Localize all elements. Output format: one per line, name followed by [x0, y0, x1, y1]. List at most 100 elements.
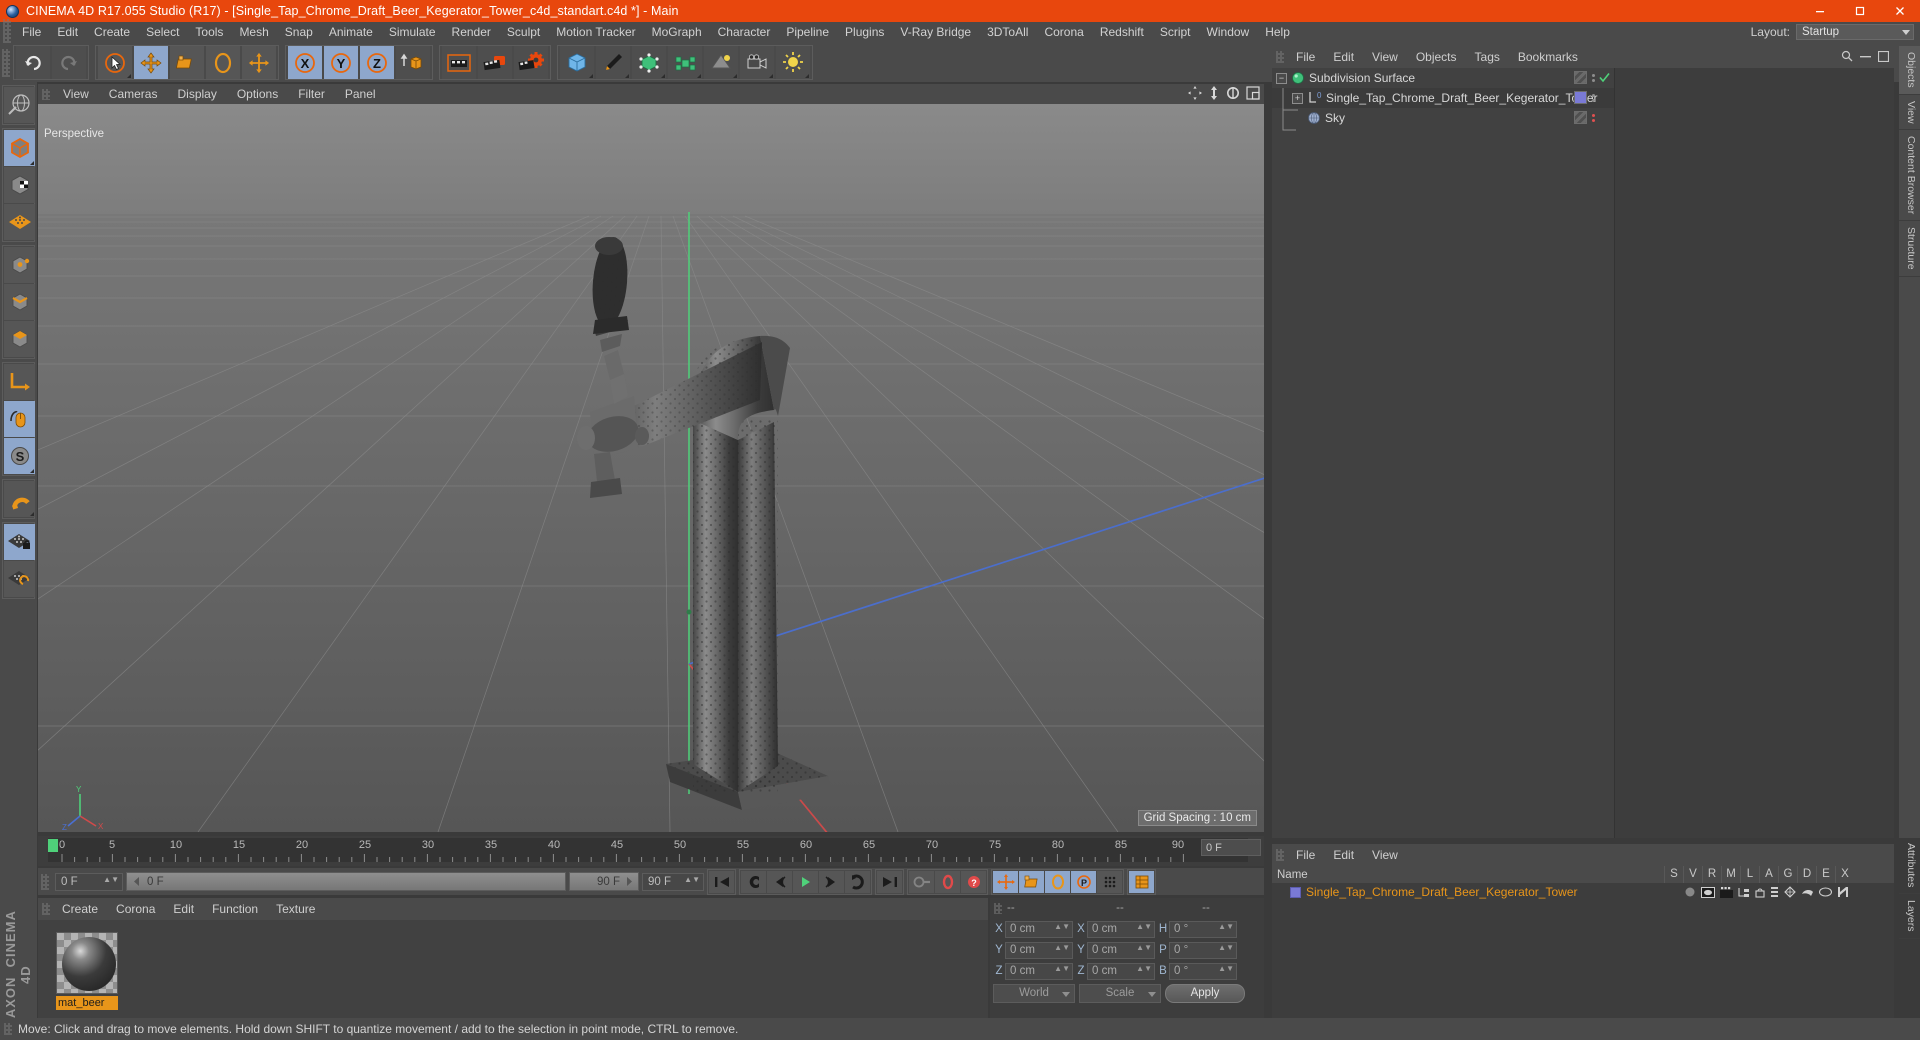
select-tool-button[interactable] — [98, 46, 132, 79]
apply-button[interactable]: Apply — [1165, 984, 1245, 1003]
deformer-icon[interactable] — [1801, 887, 1814, 898]
solo-dot-icon[interactable] — [1684, 886, 1696, 898]
minimize-panel-icon[interactable] — [1860, 51, 1871, 62]
render-view-button[interactable] — [442, 46, 476, 79]
coordinate-space-dropdown[interactable]: World — [993, 984, 1075, 1003]
rotation-key-button[interactable] — [1045, 870, 1070, 893]
add-camera-button[interactable] — [740, 46, 774, 79]
current-frame-marker[interactable] — [48, 839, 58, 852]
object-menu-bookmarks[interactable]: Bookmarks — [1509, 50, 1587, 64]
enable-axis-modification-button[interactable] — [4, 364, 35, 400]
render-icon[interactable] — [1720, 886, 1733, 898]
object-tree[interactable]: − Subdivision Surface + 0 Single_Tap_Chr… — [1272, 68, 1615, 838]
rotate-tool-button[interactable] — [206, 46, 240, 79]
polygon-mode-button[interactable] — [4, 321, 35, 357]
add-light-button[interactable] — [776, 46, 810, 79]
expand-toggle-icon[interactable]: − — [1276, 72, 1287, 84]
step-back-button[interactable] — [767, 870, 792, 893]
br-menu-edit[interactable]: Edit — [1324, 848, 1363, 862]
column-header-s[interactable]: S — [1664, 866, 1683, 883]
coordinates-grip[interactable] — [994, 902, 1002, 914]
object-menu-objects[interactable]: Objects — [1407, 50, 1466, 64]
autokeying-button[interactable] — [909, 870, 934, 893]
menu-item-corona[interactable]: Corona — [1036, 22, 1091, 43]
lock-z-axis-button[interactable]: Z — [360, 46, 394, 79]
menu-item-animate[interactable]: Animate — [321, 22, 381, 43]
toolbar-grip[interactable] — [2, 48, 10, 77]
object-menu-file[interactable]: File — [1287, 50, 1324, 64]
material-menu-function[interactable]: Function — [203, 902, 267, 916]
enabled-check-icon[interactable] — [1599, 72, 1610, 83]
menu-item-file[interactable]: File — [14, 22, 49, 43]
coordinate-mode-dropdown[interactable]: Scale — [1079, 984, 1161, 1003]
xref-icon[interactable] — [1837, 886, 1849, 898]
bottom-right-grip[interactable] — [1276, 849, 1284, 861]
menu-item-snap[interactable]: Snap — [277, 22, 321, 43]
layer-color-swatch[interactable] — [1290, 886, 1301, 898]
add-generator-button[interactable] — [632, 46, 666, 79]
column-header-a[interactable]: A — [1759, 866, 1778, 883]
add-deformer-button[interactable] — [668, 46, 702, 79]
enable-snapping-button[interactable]: S — [4, 438, 35, 474]
point-level-animation-button[interactable] — [1097, 870, 1122, 893]
viewport-menu-cameras[interactable]: Cameras — [99, 87, 168, 101]
object-row-sky[interactable]: Sky — [1272, 108, 1614, 128]
menu-item-mograph[interactable]: MoGraph — [644, 22, 710, 43]
menu-item-tools[interactable]: Tools — [187, 22, 231, 43]
menu-item-character[interactable]: Character — [710, 22, 779, 43]
viewport-menu-panel[interactable]: Panel — [335, 87, 386, 101]
object-tag-icon[interactable] — [1574, 111, 1587, 124]
loop-button[interactable] — [845, 870, 870, 893]
menu-item-vray-bridge[interactable]: V-Ray Bridge — [892, 22, 979, 43]
material-menu-corona[interactable]: Corona — [107, 902, 164, 916]
br-menu-view[interactable]: View — [1363, 848, 1407, 862]
visibility-dots-icon[interactable] — [1591, 73, 1595, 82]
column-header-r[interactable]: R — [1702, 866, 1721, 883]
object-menu-view[interactable]: View — [1363, 50, 1407, 64]
menu-item-help[interactable]: Help — [1257, 22, 1298, 43]
menu-item-window[interactable]: Window — [1199, 22, 1258, 43]
menu-item-script[interactable]: Script — [1152, 22, 1199, 43]
object-tag-icon[interactable] — [1574, 71, 1587, 84]
add-cube-button[interactable] — [560, 46, 594, 79]
render-settings-button[interactable] — [514, 46, 548, 79]
menu-item-render[interactable]: Render — [444, 22, 499, 43]
expand-toggle-icon[interactable]: + — [1292, 92, 1303, 104]
edge-tab-content-browser[interactable]: Content Browser — [1899, 130, 1920, 222]
menu-item-create[interactable]: Create — [86, 22, 138, 43]
material-menu-create[interactable]: Create — [53, 902, 107, 916]
viewport-menu-view[interactable]: View — [53, 87, 99, 101]
lock-workplane-button[interactable] — [4, 524, 35, 560]
viewport-3d[interactable]: Perspective Y X Z Grid Spacing: 10 cm — [38, 104, 1264, 832]
material-swatch-area[interactable]: mat_beer — [38, 920, 988, 1034]
menu-item-sculpt[interactable]: Sculpt — [499, 22, 548, 43]
undo-button[interactable] — [16, 46, 50, 79]
transport-grip[interactable] — [41, 873, 49, 890]
edge-mode-button[interactable] — [4, 284, 35, 320]
object-menu-tags[interactable]: Tags — [1466, 50, 1509, 64]
generator-icon[interactable] — [1784, 886, 1796, 898]
key-list-button[interactable] — [1129, 870, 1154, 893]
viewport-menu-filter[interactable]: Filter — [288, 87, 335, 101]
column-header-l[interactable]: L — [1740, 866, 1759, 883]
animation-icon[interactable] — [1770, 886, 1779, 898]
viewport-menu-display[interactable]: Display — [167, 87, 226, 101]
edge-tab-objects[interactable]: Objects — [1899, 46, 1920, 95]
move-axis-button[interactable] — [242, 46, 276, 79]
size-x-field[interactable]: 0 cm ▲▼ — [1087, 920, 1155, 938]
column-header-x[interactable]: X — [1835, 866, 1854, 883]
rotation-b-field[interactable]: 0 ° ▲▼ — [1169, 962, 1237, 980]
visibility-icon[interactable] — [1701, 886, 1715, 898]
object-menu-edit[interactable]: Edit — [1324, 50, 1363, 64]
timeline-end-scrub[interactable]: 90 F — [569, 872, 639, 891]
menu-item-mesh[interactable]: Mesh — [231, 22, 276, 43]
close-button[interactable] — [1880, 0, 1920, 22]
br-menu-file[interactable]: File — [1287, 848, 1324, 862]
record-help-button[interactable]: ? — [961, 870, 986, 893]
end-frame-field[interactable]: 90 F ▲▼ — [642, 872, 704, 891]
current-frame-field[interactable]: 0 F ▲▼ — [55, 872, 123, 891]
maximize-panel-icon[interactable] — [1878, 50, 1889, 62]
column-header-v[interactable]: V — [1683, 866, 1702, 883]
lock-y-axis-button[interactable]: Y — [324, 46, 358, 79]
play-reverse-button[interactable] — [741, 870, 766, 893]
